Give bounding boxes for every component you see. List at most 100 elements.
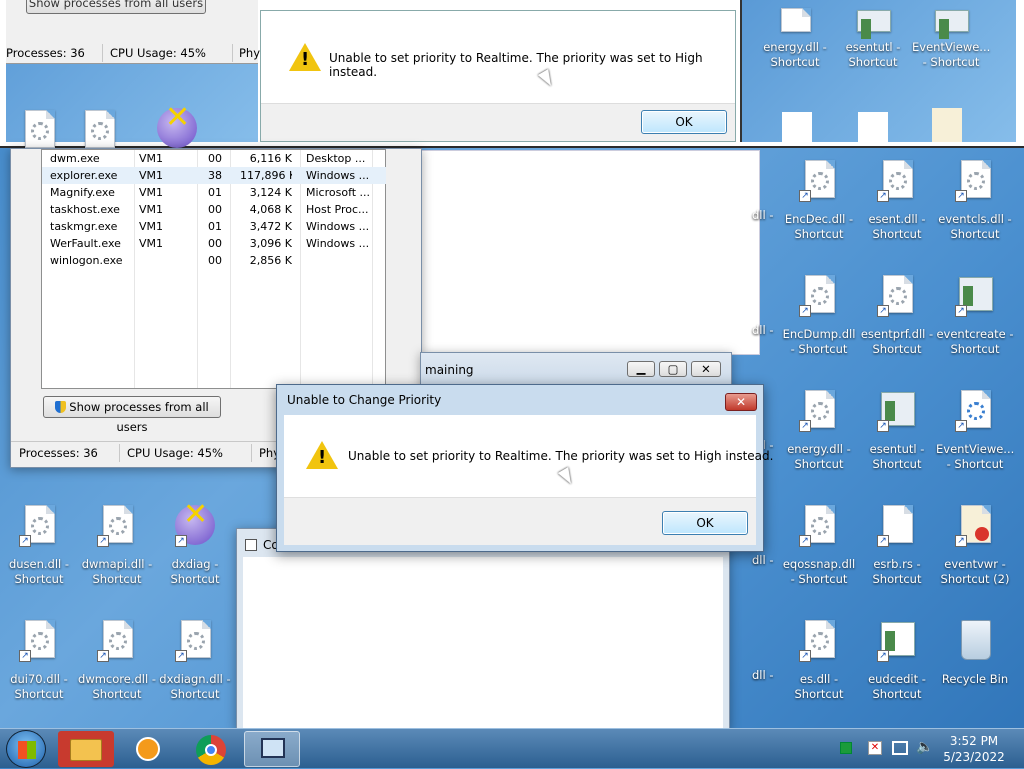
- process-description: Windows ...: [306, 220, 370, 233]
- process-row[interactable]: Magnify.exe VM1 01 3,124 K Microsoft ...: [42, 184, 386, 201]
- show-all-processes-label: Show processes from all users: [69, 400, 209, 434]
- ok-button[interactable]: OK: [662, 511, 748, 535]
- desktop-icon-encdec[interactable]: ↗ EncDec.dll - Shortcut: [780, 160, 858, 260]
- process-name: WerFault.exe: [50, 237, 121, 250]
- tray-app-icon[interactable]: [840, 742, 852, 754]
- dll-file-icon: ↗: [97, 620, 137, 666]
- desktop-icon-eventcreate[interactable]: ↗ eventcreate - Shortcut: [936, 275, 1014, 375]
- dialog-close-button[interactable]: ✕: [725, 393, 757, 411]
- process-description: Host Proc...: [306, 203, 369, 216]
- icon-label: EncDec.dll - Shortcut: [784, 212, 854, 241]
- icon-label: dxdiagn.dll - Shortcut: [159, 672, 231, 701]
- desktop-icon-dxdiag[interactable]: ↗ dxdiag - Shortcut: [156, 505, 234, 605]
- top-status-cpu: CPU Usage: 45%: [110, 46, 206, 60]
- icon-label: esentutl - Shortcut: [869, 442, 925, 471]
- top-show-processes-button[interactable]: Show processes from all users: [26, 0, 206, 14]
- process-memory: 3,472 K: [249, 220, 292, 233]
- eventvwr-icon: [932, 108, 962, 142]
- maximize-button[interactable]: ▢: [659, 361, 687, 377]
- process-row[interactable]: taskmgr.exe VM1 01 3,472 K Windows ...: [42, 218, 386, 235]
- dll-file-icon: [782, 112, 812, 142]
- windows-logo-icon: [18, 741, 36, 759]
- start-button[interactable]: [6, 730, 46, 768]
- eventvwr-icon: ↗: [955, 505, 995, 551]
- network-icon[interactable]: [892, 741, 908, 755]
- icon-label: energy.dll - Shortcut: [787, 442, 851, 471]
- process-row[interactable]: WerFault.exe VM1 00 3,096 K Windows ...: [42, 235, 386, 252]
- desktop-icon-eudcedit[interactable]: ↗ eudcedit - Shortcut: [858, 620, 936, 720]
- icon-label: esentprf.dll - Shortcut: [860, 327, 934, 356]
- partial-label: dll -: [752, 668, 774, 682]
- taskbar-chrome-button[interactable]: [182, 731, 238, 767]
- desktop-icon-dxdiagn[interactable]: ↗ dxdiagn.dll - Shortcut: [156, 620, 234, 720]
- icon-label: esent.dll - Shortcut: [868, 212, 926, 241]
- desktop-icon-eqossnap[interactable]: ↗ eqossnap.dll - Shortcut: [780, 505, 858, 605]
- close-button[interactable]: ✕: [691, 361, 721, 377]
- eventviewer-icon: [931, 8, 971, 39]
- process-row[interactable]: dwm.exe VM1 00 6,116 K Desktop ...: [42, 150, 386, 167]
- process-cpu: 00: [208, 152, 222, 165]
- file-icon: [858, 112, 888, 142]
- top-desktop-icon[interactable]: EventViewe... - Shortcut: [912, 8, 990, 108]
- process-memory: 2,856 K: [249, 254, 292, 267]
- top-desktop-icon[interactable]: esentutl - Shortcut: [834, 8, 912, 108]
- desktop-icon-esentutl[interactable]: ↗ esentutl - Shortcut: [858, 390, 936, 490]
- desktop-icon-es[interactable]: ↗ es.dll - Shortcut: [780, 620, 858, 720]
- status-cpu: CPU Usage: 45%: [127, 446, 223, 460]
- dll-file-icon: ↗: [799, 390, 839, 436]
- icon-label: dwmcore.dll - Shortcut: [78, 672, 156, 701]
- desktop-icon-dui70[interactable]: ↗ dui70.dll - Shortcut: [0, 620, 78, 720]
- esentutl-icon: ↗: [877, 390, 917, 436]
- desktop-icon-eventviewer[interactable]: ↗ EventViewe... - Shortcut: [936, 390, 1014, 490]
- volume-icon[interactable]: 🔈: [916, 739, 933, 755]
- top-desktop-icon[interactable]: [138, 108, 216, 148]
- desktop-icon-esrb[interactable]: ↗ esrb.rs - Shortcut: [858, 505, 936, 605]
- process-cpu: 01: [208, 186, 222, 199]
- process-name: Magnify.exe: [50, 186, 115, 199]
- action-center-icon[interactable]: ✕: [868, 741, 882, 755]
- dll-file-icon: ↗: [877, 160, 917, 206]
- desktop-icon-dusen[interactable]: ↗ dusen.dll - Shortcut: [0, 505, 78, 605]
- process-name: taskhost.exe: [50, 203, 120, 216]
- process-row[interactable]: taskhost.exe VM1 00 4,068 K Host Proc...: [42, 201, 386, 218]
- process-row[interactable]: explorer.exe VM1 38 117,896 K Windows ...: [42, 167, 386, 184]
- icon-label: es.dll - Shortcut: [794, 672, 844, 701]
- process-memory: 3,124 K: [249, 186, 292, 199]
- desktop-icon-eventcls[interactable]: ↗ eventcls.dll - Shortcut: [936, 160, 1014, 260]
- desktop-icon-recycle-bin[interactable]: Recycle Bin: [936, 620, 1014, 720]
- icon-label: eventcreate - Shortcut: [936, 327, 1014, 356]
- clock[interactable]: 3:52 PM 5/23/2022: [936, 733, 1012, 765]
- minimize-button[interactable]: ▁: [627, 361, 655, 377]
- desktop-icon-energy[interactable]: ↗ energy.dll - Shortcut: [780, 390, 858, 490]
- desktop-icon-encdump[interactable]: ↗ EncDump.dll - Shortcut: [780, 275, 858, 375]
- top-ok-button[interactable]: OK: [641, 110, 727, 134]
- desktop-icon-dwmapi[interactable]: ↗ dwmapi.dll - Shortcut: [78, 505, 156, 605]
- top-desktop-icon[interactable]: energy.dll - Shortcut: [756, 8, 834, 108]
- dialog-message: Unable to set priority to Realtime. The …: [348, 449, 774, 463]
- process-list[interactable]: dwm.exe VM1 00 6,116 K Desktop ... explorer.e…: [41, 149, 386, 389]
- warning-icon: [289, 43, 321, 71]
- icon-label: esrb.rs - Shortcut: [872, 557, 922, 586]
- folder-icon: [70, 739, 102, 761]
- desktop-icon-eventvwr[interactable]: ↗ eventvwr - Shortcut (2): [936, 505, 1014, 605]
- taskbar-task-manager-button[interactable]: [244, 731, 300, 767]
- top-desktop-icon[interactable]: [60, 110, 138, 148]
- process-user: VM1: [139, 220, 164, 233]
- uac-shield-icon: [55, 401, 67, 413]
- co-window: Co: [236, 528, 730, 730]
- dxdiag-icon: ↗: [175, 505, 215, 551]
- taskbar-media-player-button[interactable]: [120, 731, 176, 767]
- process-row[interactable]: winlogon.exe 00 2,856 K: [42, 252, 386, 269]
- process-memory: 3,096 K: [249, 237, 292, 250]
- dll-file-icon: ↗: [799, 505, 839, 551]
- eudcedit-icon: ↗: [877, 620, 917, 666]
- desktop-icon-esent[interactable]: ↗ esent.dll - Shortcut: [858, 160, 936, 260]
- show-all-processes-button[interactable]: Show processes from all users: [43, 396, 221, 434]
- dll-file-icon: ↗: [799, 275, 839, 321]
- system-tray: ✕ 🔈 3:52 PM 5/23/2022: [836, 729, 1024, 769]
- process-memory: 117,896 K: [240, 169, 292, 182]
- desktop-icon-esentprf[interactable]: ↗ esentprf.dll - Shortcut: [858, 275, 936, 375]
- desktop-icon-dwmcore[interactable]: ↗ dwmcore.dll - Shortcut: [78, 620, 156, 720]
- taskbar-explorer-button[interactable]: [58, 731, 114, 767]
- status-divider: [119, 444, 120, 462]
